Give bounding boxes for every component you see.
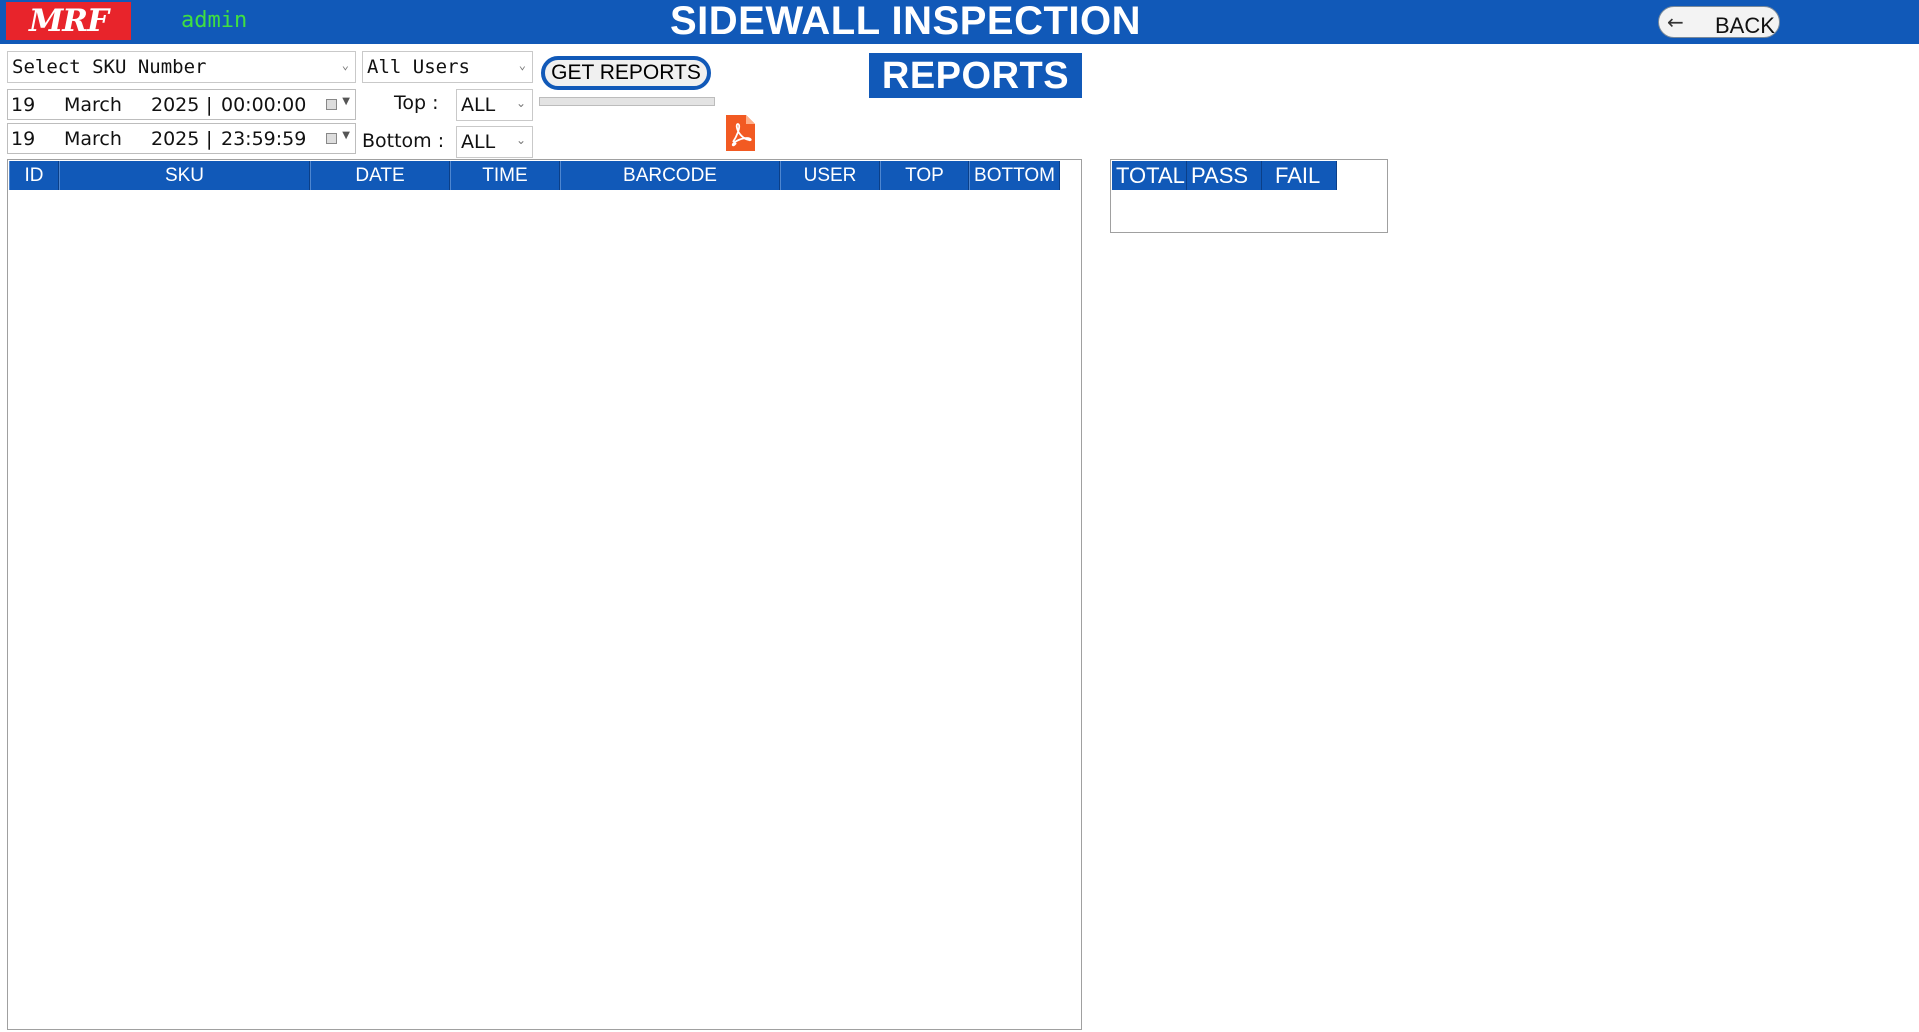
start-time: 00:00:00 — [221, 94, 307, 116]
start-month: March — [64, 94, 122, 116]
user-select[interactable]: All Users ⌄ — [362, 51, 533, 83]
start-year: 2025 — [151, 94, 200, 116]
bottom-filter-label: Bottom : — [362, 130, 445, 152]
chevron-down-icon: ⌄ — [515, 133, 526, 147]
app-title: SIDEWALL INSPECTION — [670, 0, 1142, 43]
chevron-down-icon: ⌄ — [341, 58, 349, 72]
end-day: 19 — [11, 128, 36, 150]
report-progress-bar — [539, 97, 715, 106]
header-bar: MRF admin SIDEWALL INSPECTION ← BACK — [0, 0, 1919, 44]
top-filter-label: Top : — [394, 92, 439, 114]
column-header-top[interactable]: TOP — [880, 161, 969, 190]
mrf-logo: MRF — [6, 2, 131, 40]
pdf-icon[interactable] — [724, 114, 756, 152]
logged-in-user: admin — [181, 8, 248, 33]
chevron-down-icon: ⌄ — [515, 96, 526, 110]
chevron-down-icon: ⌄ — [518, 58, 526, 72]
reports-table-header: ID SKU DATE TIME BARCODE USER TOP BOTTOM — [9, 161, 1060, 190]
dropdown-arrow-icon[interactable]: ▼ — [342, 96, 350, 107]
back-button-label: BACK — [1715, 13, 1775, 38]
summary-header-pass: PASS — [1187, 161, 1262, 190]
summary-header-fail: FAIL — [1262, 161, 1337, 190]
column-header-time[interactable]: TIME — [450, 161, 560, 190]
end-year: 2025 — [151, 128, 200, 150]
top-filter-value: ALL — [461, 94, 496, 116]
column-header-barcode[interactable]: BARCODE — [560, 161, 780, 190]
top-filter-select[interactable]: ALL ⌄ — [456, 89, 533, 121]
bottom-filter-select[interactable]: ALL ⌄ — [456, 126, 533, 158]
end-separator: | — [206, 128, 213, 150]
dropdown-arrow-icon[interactable]: ▼ — [342, 130, 350, 141]
column-header-sku[interactable]: SKU — [59, 161, 310, 190]
column-header-user[interactable]: USER — [780, 161, 880, 190]
end-time: 23:59:59 — [221, 128, 307, 150]
section-title: REPORTS — [869, 53, 1082, 98]
calendar-icon[interactable] — [326, 99, 337, 110]
back-button[interactable]: ← BACK — [1658, 6, 1780, 38]
summary-header-total: TOTAL — [1112, 161, 1187, 190]
summary-table: TOTAL PASS FAIL — [1110, 159, 1388, 233]
arrow-left-icon: ← — [1667, 10, 1684, 34]
bottom-filter-value: ALL — [461, 131, 496, 153]
summary-table-header: TOTAL PASS FAIL — [1112, 161, 1337, 190]
sku-select[interactable]: Select SKU Number ⌄ — [7, 51, 356, 83]
sku-select-value: Select SKU Number — [12, 56, 207, 78]
end-month: March — [64, 128, 122, 150]
calendar-icon[interactable] — [326, 133, 337, 144]
reports-table[interactable]: ID SKU DATE TIME BARCODE USER TOP BOTTOM — [7, 159, 1082, 1030]
column-header-id[interactable]: ID — [9, 161, 59, 190]
column-header-bottom[interactable]: BOTTOM — [969, 161, 1060, 190]
column-header-date[interactable]: DATE — [310, 161, 450, 190]
start-day: 19 — [11, 94, 36, 116]
start-datetime-picker[interactable]: 19 March 2025 | 00:00:00 ▼ — [7, 89, 356, 120]
user-select-value: All Users — [367, 56, 470, 78]
get-reports-button[interactable]: GET REPORTS — [541, 56, 711, 90]
start-separator: | — [206, 94, 213, 116]
end-datetime-picker[interactable]: 19 March 2025 | 23:59:59 ▼ — [7, 123, 356, 154]
